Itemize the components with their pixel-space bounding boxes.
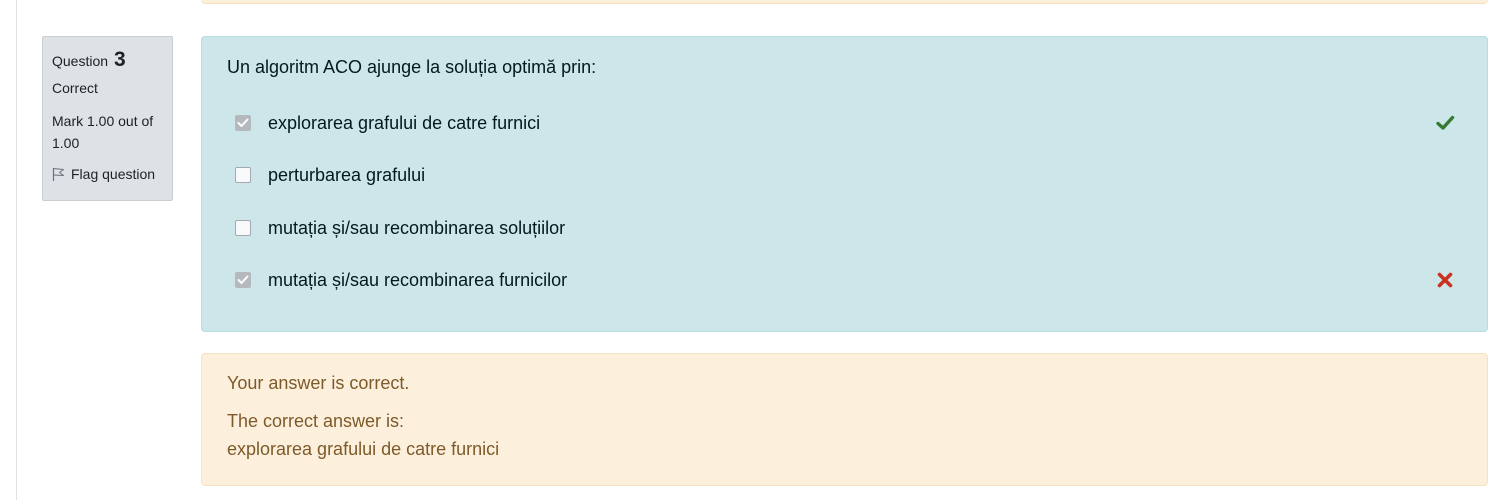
answer-option-4: mutația și/sau recombinarea furnicilor	[235, 266, 1475, 294]
question-info-panel: Question 3 Correct Mark 1.00 out of 1.00…	[42, 36, 173, 201]
question-number-line: Question 3	[52, 47, 163, 74]
checkmark-icon	[237, 118, 249, 127]
question-formulation: Un algoritm ACO ajunge la soluția optimă…	[201, 36, 1488, 332]
previous-question-feedback-edge	[201, 0, 1488, 4]
answer-label[interactable]: mutația și/sau recombinarea furnicilor	[268, 268, 567, 292]
answer-checkbox[interactable]	[235, 220, 251, 236]
right-answer-title: The correct answer is:	[227, 411, 405, 431]
flag-icon	[52, 167, 64, 181]
answer-checkbox[interactable]	[235, 167, 251, 183]
answer-option-2: perturbarea grafului	[235, 161, 1475, 189]
quiz-review-page: Question 3 Correct Mark 1.00 out of 1.00…	[0, 0, 1512, 500]
question-grade: Mark 1.00 out of 1.00	[52, 113, 154, 151]
incorrect-icon	[1437, 272, 1453, 288]
question-feedback: Your answer is correct. The correct answ…	[201, 353, 1488, 486]
specific-feedback: Your answer is correct.	[227, 373, 410, 393]
answer-label[interactable]: explorarea grafului de catre furnici	[268, 111, 540, 135]
right-answer-value: explorarea grafului de catre furnici	[227, 439, 500, 459]
flag-question-button[interactable]: Flag question	[52, 164, 163, 184]
question-text: Un algoritm ACO ajunge la soluția optimă…	[227, 57, 597, 77]
question-number: 3	[113, 48, 126, 71]
page-divider	[16, 0, 17, 500]
answer-label[interactable]: perturbarea grafului	[268, 163, 425, 187]
answer-label[interactable]: mutația și/sau recombinarea soluțiilor	[268, 216, 565, 240]
question-label: Question	[52, 53, 109, 69]
answer-checkbox[interactable]	[235, 272, 251, 288]
correct-icon	[1436, 115, 1455, 130]
flag-question-label: Flag question	[71, 166, 156, 182]
checkmark-icon	[237, 275, 249, 284]
answer-option-3: mutația și/sau recombinarea soluțiilor	[235, 214, 1475, 242]
answer-checkbox[interactable]	[235, 115, 251, 131]
question-state: Correct	[52, 80, 98, 96]
answer-option-1: explorarea grafului de catre furnici	[235, 109, 1475, 137]
